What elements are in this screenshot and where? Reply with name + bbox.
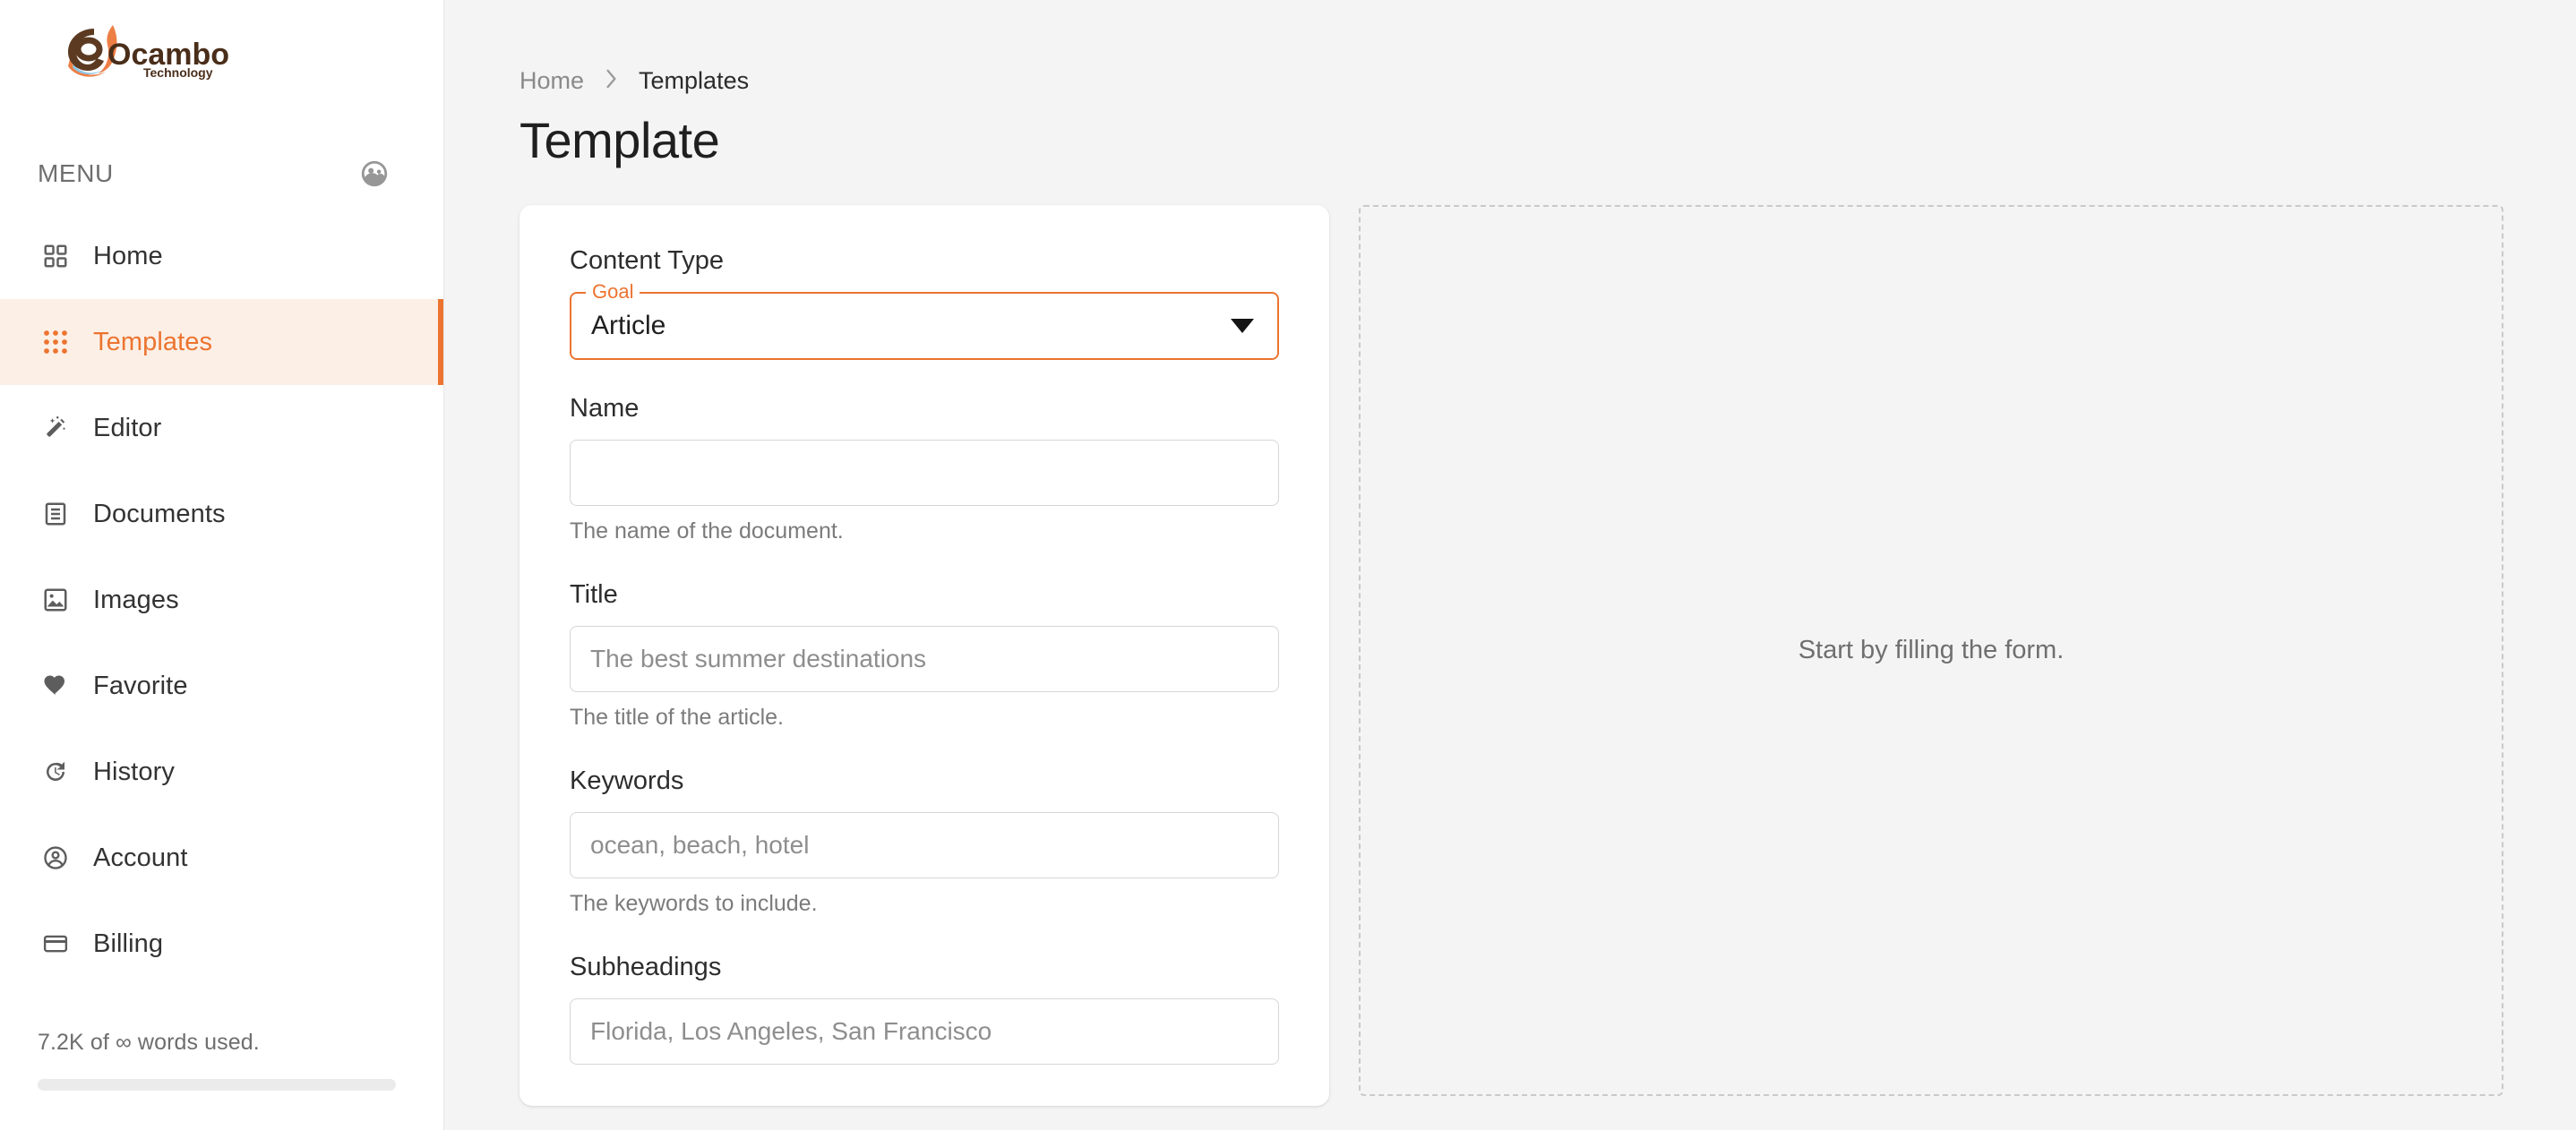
usage-text: 7.2K of ∞ words used. xyxy=(38,1030,260,1055)
field-name: Name The name of the document. xyxy=(570,394,1279,544)
sidebar: Ocambo Technology MENU Home Templates Ed… xyxy=(0,0,444,1130)
breadcrumb-item-home[interactable]: Home xyxy=(519,67,584,95)
sidebar-item-account[interactable]: Account xyxy=(0,815,443,901)
main-content: Home Templates Template Content Type Goa… xyxy=(444,0,2576,1130)
supervised-user-circle-icon[interactable] xyxy=(359,158,390,189)
history-icon xyxy=(38,754,73,790)
preview-empty-text: Start by filling the form. xyxy=(1798,636,2065,664)
field-label: Name xyxy=(570,394,640,423)
document-icon xyxy=(38,496,73,532)
field-help: The keywords to include. xyxy=(570,891,818,916)
sidebar-item-label: Billing xyxy=(93,929,164,958)
title-input[interactable] xyxy=(570,626,1279,692)
usage-section: 7.2K of ∞ words used. xyxy=(0,1030,443,1091)
sidebar-item-label: Home xyxy=(93,241,163,270)
preview-panel: Start by filling the form. xyxy=(1359,205,2503,1096)
sidebar-item-label: Favorite xyxy=(93,671,188,700)
field-label: Keywords xyxy=(570,766,684,795)
chevron-down-icon[interactable] xyxy=(1231,319,1254,333)
sidebar-item-templates[interactable]: Templates xyxy=(0,299,443,385)
field-title: Title The title of the article. xyxy=(570,580,1279,731)
usage-progress-bar xyxy=(38,1079,396,1091)
sidebar-nav: Home Templates Editor Documents Images F… xyxy=(0,213,443,987)
chevron-right-icon xyxy=(604,67,619,94)
content-type-label: Content Type xyxy=(570,246,724,275)
sidebar-item-editor[interactable]: Editor xyxy=(0,385,443,471)
sidebar-item-label: Documents xyxy=(93,499,226,528)
keywords-input[interactable] xyxy=(570,812,1279,878)
goal-select[interactable]: Goal Article xyxy=(570,282,1279,360)
eocambo-logo-icon: Ocambo Technology xyxy=(68,25,229,80)
goal-select-wrapper: Goal Article xyxy=(570,282,1279,360)
field-subheadings: Subheadings xyxy=(570,953,1279,1065)
sidebar-item-history[interactable]: History xyxy=(0,729,443,815)
name-input[interactable] xyxy=(570,440,1279,506)
sidebar-item-images[interactable]: Images xyxy=(0,557,443,643)
app-root: Ocambo Technology MENU Home Templates Ed… xyxy=(0,0,2576,1130)
goal-select-value: Article xyxy=(591,311,666,340)
subheadings-input[interactable] xyxy=(570,998,1279,1065)
magic-wand-icon xyxy=(38,410,73,446)
menu-header: MENU xyxy=(0,150,443,197)
sidebar-item-billing[interactable]: Billing xyxy=(0,901,443,987)
field-label: Title xyxy=(570,580,618,609)
sidebar-item-label: Account xyxy=(93,843,188,872)
field-help: The title of the article. xyxy=(570,705,785,730)
image-icon xyxy=(38,582,73,618)
breadcrumb-item-templates: Templates xyxy=(639,66,750,94)
svg-text:Technology: Technology xyxy=(143,65,213,80)
grid-apps-icon xyxy=(38,238,73,274)
field-keywords: Keywords The keywords to include. xyxy=(570,766,1279,917)
breadcrumb: Home Templates xyxy=(444,0,2576,94)
goal-select-legend: Goal xyxy=(586,282,640,302)
template-form-card: Content Type Goal Article Name The name … xyxy=(519,205,1329,1106)
field-label: Subheadings xyxy=(570,953,722,981)
sidebar-item-label: Editor xyxy=(93,413,162,442)
account-circle-icon xyxy=(38,840,73,876)
sidebar-item-label: Templates xyxy=(93,327,213,356)
sidebar-item-home[interactable]: Home xyxy=(0,213,443,299)
credit-card-icon xyxy=(38,926,73,962)
field-help: The name of the document. xyxy=(570,518,844,544)
menu-label: MENU xyxy=(38,159,114,187)
sidebar-item-documents[interactable]: Documents xyxy=(0,471,443,557)
content-row: Content Type Goal Article Name The name … xyxy=(444,169,2576,1106)
page-title: Template xyxy=(519,112,720,168)
sidebar-item-label: Images xyxy=(93,585,179,614)
dots-grid-icon xyxy=(38,324,73,360)
heart-icon xyxy=(38,668,73,704)
sidebar-item-label: History xyxy=(93,757,175,786)
sidebar-item-favorite[interactable]: Favorite xyxy=(0,643,443,729)
brand-logo[interactable]: Ocambo Technology xyxy=(0,0,443,116)
